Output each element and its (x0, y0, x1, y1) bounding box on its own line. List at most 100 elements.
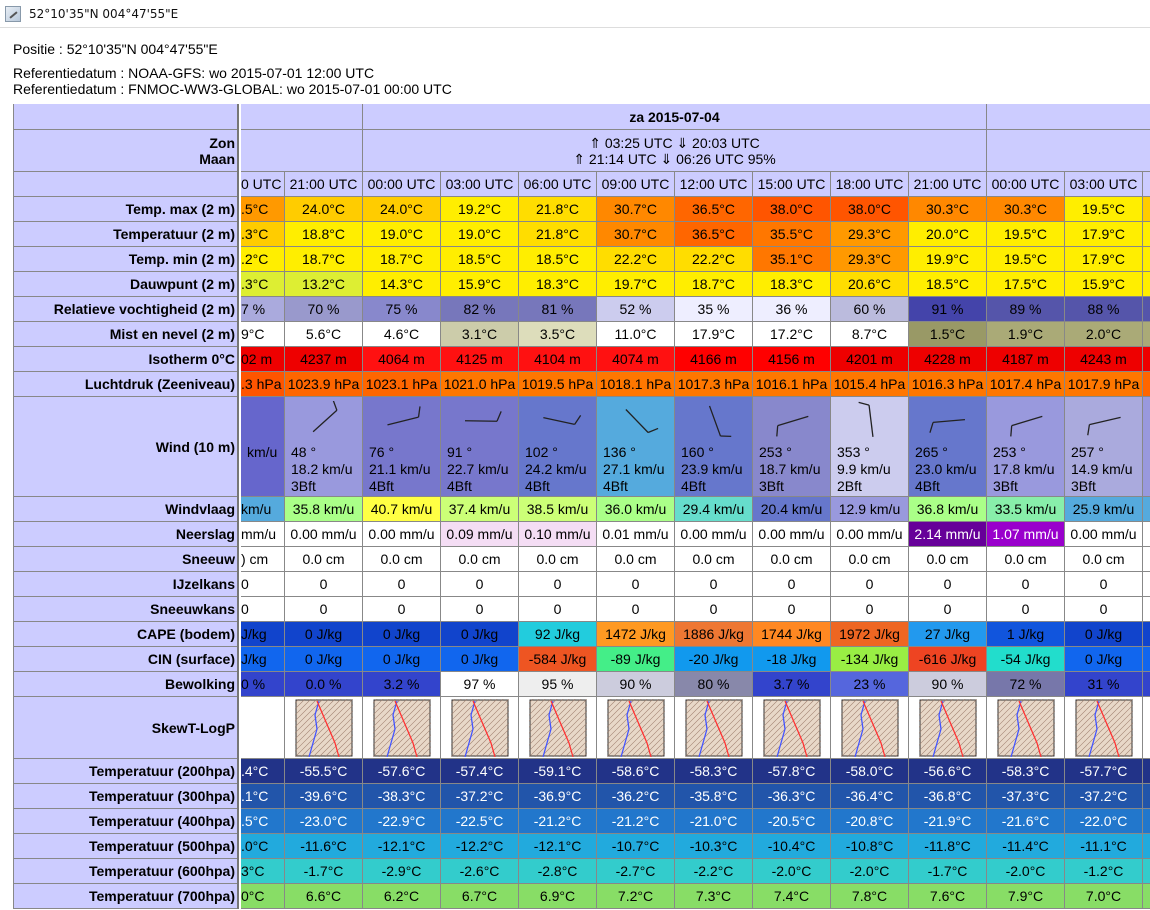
skewt-diagram-icon[interactable] (762, 698, 821, 757)
cell: -2.0°C (831, 859, 909, 884)
cell: 7.6°C (909, 884, 987, 909)
cell: 29.3°C (831, 222, 909, 247)
skewt-diagram-icon[interactable] (450, 698, 509, 757)
cell: 27 J/kg (909, 622, 987, 647)
cell: -38.3°C (363, 784, 441, 809)
cell: -11.8°C (909, 834, 987, 859)
skewt-cell[interactable] (675, 697, 753, 759)
wind-beaufort: 4Bft (915, 478, 940, 494)
label-temperatuur-700hpa: Temperatuur (700hpa) (14, 884, 237, 909)
cell: .4°C (241, 759, 285, 784)
cell: 0 (597, 597, 675, 622)
cell: -10.8°C (831, 834, 909, 859)
cell: 24.0°C (285, 197, 363, 222)
row-temperatuur-400hpa: .5°C -23.0°C -22.9°C -22.5°C -21.2°C -21.2°C -… (241, 809, 1150, 834)
skewt-cell[interactable] (1143, 697, 1150, 759)
wind-barb-icon (1010, 415, 1043, 437)
cell: 20.0°C (909, 222, 987, 247)
cell: 1972 J/kg (831, 622, 909, 647)
cell (1143, 809, 1150, 834)
cell: 72 % (987, 672, 1065, 697)
cell: 60 % (831, 297, 909, 322)
cell: 0 (285, 597, 363, 622)
skewt-diagram-icon[interactable] (1074, 698, 1133, 757)
cell: 0 J/kg (363, 647, 441, 672)
position-text: Positie : 52°10'35"N 004°47'55"E (13, 41, 218, 57)
skewt-diagram-icon[interactable] (840, 698, 899, 757)
skewt-cell[interactable] (241, 697, 285, 759)
cell (1143, 522, 1150, 547)
cell: -59.1°C (519, 759, 597, 784)
skewt-cell[interactable] (831, 697, 909, 759)
cell: -37.3°C (987, 784, 1065, 809)
wind-beaufort: 4Bft (525, 478, 550, 494)
cell: 0.00 mm/u (753, 522, 831, 547)
cell: 8.7°C (831, 322, 909, 347)
wind-speed: 27.1 km/u (603, 461, 665, 477)
cell: .5°C (241, 809, 285, 834)
cell: 0 (519, 597, 597, 622)
skewt-cell[interactable] (987, 697, 1065, 759)
skewt-diagram-icon[interactable] (294, 698, 353, 757)
cell: -18 J/kg (753, 647, 831, 672)
sun-moon-empty (241, 130, 363, 172)
row-temp-max-2-m: .5°C 24.0°C 24.0°C 19.2°C 21.8°C 30.7°C 36.5°C… (241, 197, 1150, 222)
cell (1143, 497, 1150, 522)
skewt-diagram-icon[interactable] (996, 698, 1055, 757)
cell (1143, 197, 1150, 222)
cell: 25.9 km/u (1065, 497, 1143, 522)
cell: 0.00 mm/u (363, 522, 441, 547)
wind-beaufort: 4Bft (369, 478, 394, 494)
wind-barb-icon (708, 405, 732, 438)
cell: 36.5°C (675, 197, 753, 222)
wind-direction: 253 ° (759, 444, 792, 460)
skewt-diagram-icon[interactable] (528, 698, 587, 757)
cell: -36.9°C (519, 784, 597, 809)
cell: 36.8 km/u (909, 497, 987, 522)
cell: 1018.1 hPa (597, 372, 675, 397)
cell: -21.6°C (987, 809, 1065, 834)
skewt-cell[interactable] (519, 697, 597, 759)
row-temperatuur-700hpa: 0°C 6.6°C 6.2°C 6.7°C 6.9°C 7.2°C 7.3°C 7.4°C 7.… (241, 884, 1150, 909)
wind-speed: 14.9 km/u (1071, 461, 1133, 477)
cell: -11.4°C (987, 834, 1065, 859)
cell: 3.5°C (519, 322, 597, 347)
skewt-cell[interactable] (597, 697, 675, 759)
skewt-cell[interactable] (1065, 697, 1143, 759)
cell: -22.0°C (1065, 809, 1143, 834)
cell: .5°C (241, 197, 285, 222)
cell: 0 (909, 572, 987, 597)
row-temperatuur-500hpa: .0°C -11.6°C -12.1°C -12.2°C -12.1°C -10.7°C -… (241, 834, 1150, 859)
cell: 35.5°C (753, 222, 831, 247)
skewt-cell[interactable] (909, 697, 987, 759)
cell: 0 (363, 597, 441, 622)
label-skewt: SkewT-LogP (14, 697, 237, 759)
cell (1143, 247, 1150, 272)
cell: 0 UTC (241, 172, 285, 197)
skewt-cell[interactable] (363, 697, 441, 759)
data-grid: za 2015-07-04 ⇑ 03:25 UTC ⇓ 20:03 UTC ⇑ 21… (241, 104, 1150, 909)
cell (1143, 784, 1150, 809)
skewt-diagram-icon[interactable] (918, 698, 977, 757)
skewt-cell[interactable] (441, 697, 519, 759)
cell: 4166 m (675, 347, 753, 372)
cell (1143, 347, 1150, 372)
skewt-cell[interactable] (285, 697, 363, 759)
skewt-cell[interactable] (753, 697, 831, 759)
label-windvlaag: Windvlaag (14, 497, 237, 522)
skewt-diagram-icon[interactable] (684, 698, 743, 757)
cell: 36.5°C (675, 222, 753, 247)
cell: -1.7°C (285, 859, 363, 884)
date-header-row: za 2015-07-04 (241, 104, 1150, 130)
row-wind: km/u 48 ° 18.2 km/u 3Bft 76 ° 21.1 km/u 4Bft 91… (241, 397, 1150, 497)
cell: 18.7°C (675, 272, 753, 297)
wind-cell: 257 ° 14.9 km/u 3Bft (1065, 397, 1143, 497)
cell: 00:00 UTC (987, 172, 1065, 197)
cell: -36.3°C (753, 784, 831, 809)
skewt-diagram-icon[interactable] (372, 698, 431, 757)
cell: J/kg (241, 622, 285, 647)
skewt-diagram-icon[interactable] (606, 698, 665, 757)
wind-beaufort: 3Bft (1071, 478, 1096, 494)
row-temp-min-2-m: .2°C 18.7°C 18.7°C 18.5°C 18.5°C 22.2°C 22.2°C… (241, 247, 1150, 272)
cell: mm/u (241, 522, 285, 547)
